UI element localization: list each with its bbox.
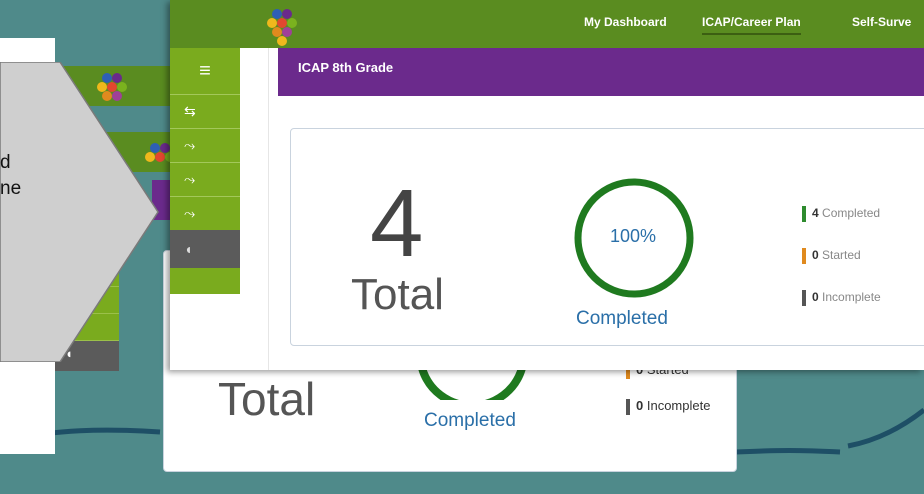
sidebar-item-3[interactable]: ⤳ (170, 162, 240, 196)
page-title-bar: ICAP 8th Grade (278, 48, 924, 96)
front-window: My Dashboard ICAP/Career Plan Self-Surve… (170, 0, 924, 370)
page-title: ICAP 8th Grade (298, 60, 394, 75)
callout-text: d ne (0, 152, 22, 199)
sidebar-item-1[interactable]: ⇆ (170, 94, 240, 128)
hamburger-menu-icon[interactable]: ≡ (170, 48, 240, 94)
content-gutter (240, 48, 269, 370)
sidebar: ≡ ⇆ ⤳ ⤳ ⤳ ◖ (170, 48, 240, 294)
completed-label: Completed (576, 308, 668, 329)
sidebar-item-2[interactable]: ⤳ (170, 128, 240, 162)
nav-my-dashboard[interactable]: My Dashboard (584, 15, 667, 29)
completion-percent: 100% (610, 226, 657, 246)
logo-icon[interactable] (262, 6, 302, 48)
top-nav-bar: My Dashboard ICAP/Career Plan Self-Surve (170, 0, 924, 48)
back-completed-label: Completed (424, 410, 516, 431)
sidebar-item-4[interactable]: ⤳ (170, 196, 240, 230)
callout-arrow (0, 62, 159, 362)
total-label: Total (351, 270, 444, 319)
nav-self-survey[interactable]: Self-Surve (852, 15, 911, 29)
back-total-label: Total (218, 373, 316, 425)
legend-incomplete: 0 Incomplete (802, 290, 881, 306)
legend-completed: 4 Completed (802, 206, 880, 222)
legend-started: 0 Started (802, 248, 861, 264)
nav-icap-career-plan[interactable]: ICAP/Career Plan (702, 15, 801, 35)
sidebar-item-gray[interactable]: ◖ (170, 230, 240, 268)
total-count: 4 (370, 170, 424, 277)
back-legend-incomplete: 0 Incomplete (626, 398, 710, 415)
